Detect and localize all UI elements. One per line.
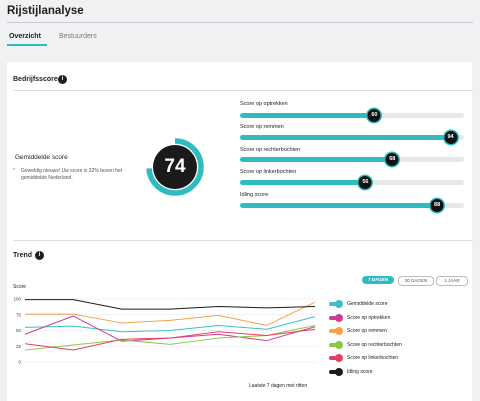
score-bar: 60 (240, 109, 464, 122)
legend-label: Score op linkerbochten (347, 355, 399, 361)
score-bar-value: 60 (367, 109, 381, 122)
score-bar-fill (240, 180, 366, 185)
trend-title: Trend (13, 252, 33, 259)
company-score-title: Bedrijfsscore (13, 76, 58, 83)
legend-dot (335, 367, 343, 376)
score-bar: 56 (240, 176, 464, 189)
page-title: Rijstijlanalyse (7, 5, 84, 17)
score-bar-fill (240, 135, 451, 140)
section-divider (13, 240, 473, 241)
score-bar-value: 88 (430, 199, 444, 212)
trend-chart: 0 25 50 75 100 (13, 297, 317, 365)
legend-label: Score op optrekken (347, 314, 391, 321)
range-1-year-button[interactable]: 1 JAAR (436, 276, 468, 286)
score-bar-fill (240, 203, 438, 208)
series-line (25, 301, 316, 326)
legend-dot (335, 313, 343, 322)
range-7-days-button[interactable]: 7 DAGEN (362, 276, 394, 284)
tab-overzicht[interactable]: Overzicht (9, 33, 41, 40)
legend-label: Score op rechterbochten (347, 341, 402, 348)
score-bar: 94 (240, 131, 464, 144)
overview-card: Bedrijfsscore i Gemiddelde score “ Gewel… (7, 62, 473, 401)
y-tick-label: 75 (16, 312, 22, 317)
series-line (24, 315, 316, 342)
score-bar-value: 94 (444, 131, 458, 144)
chart-x-label: Laatste 7 dagen met ritten (249, 383, 308, 389)
score-bar: 68 (240, 153, 464, 166)
active-tab-indicator (7, 44, 47, 46)
range-30-days-button[interactable]: 30 DAGEN (398, 276, 434, 286)
legend-dot (335, 300, 343, 308)
quote-icon: “ (13, 168, 16, 175)
info-icon[interactable]: i (35, 251, 44, 260)
y-tick-label: 0 (18, 360, 21, 365)
score-label: Score op optrekken (240, 101, 288, 107)
score-label: Idling score (240, 192, 269, 198)
series-line (25, 299, 316, 310)
legend-label: Score op remmen (347, 328, 387, 334)
company-score-value: 74 (164, 156, 186, 177)
legend-dot (335, 340, 343, 349)
average-score-quote: Geweldig nieuws! Uw score is 32% boven h… (21, 168, 123, 181)
series-line (24, 316, 316, 333)
legend-dot (335, 327, 343, 335)
score-bar-fill (240, 157, 393, 162)
legend-dot (335, 354, 343, 362)
score-label: Score op linkerbochten (240, 169, 297, 175)
y-tick-label: 100 (13, 297, 21, 302)
legend-label: Idling score (347, 368, 373, 375)
y-tick-label: 50 (16, 328, 22, 333)
tab-bestuurders[interactable]: Bestuurders (59, 33, 97, 40)
score-bar-value: 68 (385, 153, 399, 166)
score-bar: 88 (240, 199, 464, 212)
section-divider (13, 90, 473, 91)
legend-label: Gemiddelde score (347, 301, 388, 307)
score-label: Score op remmen (240, 124, 284, 130)
score-bar-fill (240, 113, 375, 118)
score-label: Score op rechterbochten (240, 147, 301, 153)
score-bar-value: 56 (358, 176, 372, 189)
info-icon[interactable]: i (58, 75, 67, 84)
top-bar: Rijstijlanalyse Overzicht Bestuurders (0, 0, 480, 60)
average-score-label: Gemiddelde score (15, 154, 68, 161)
title-divider (7, 22, 473, 23)
y-tick-label: 25 (16, 344, 22, 349)
